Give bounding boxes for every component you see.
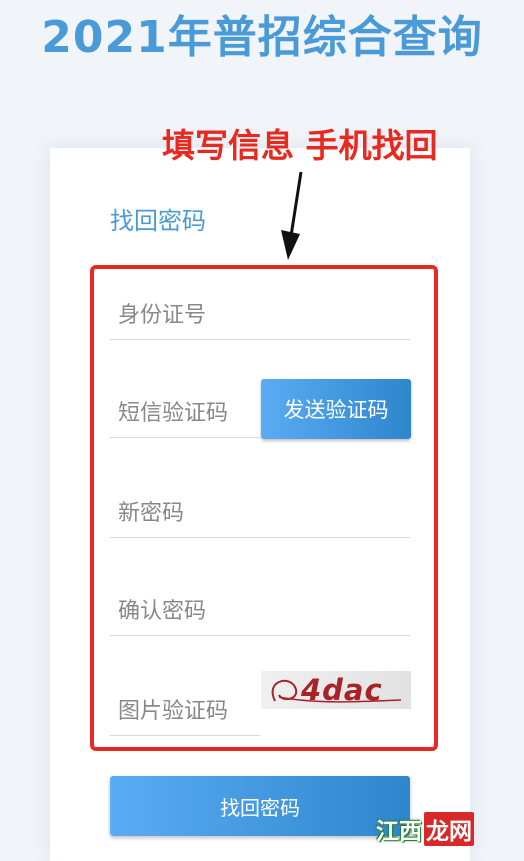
id-number-field[interactable]: 身份证号: [110, 290, 410, 340]
watermark-part2: 龙网: [424, 812, 474, 846]
new-password-field[interactable]: 新密码: [110, 488, 410, 538]
page-title: 2021年普招综合查询: [41, 12, 483, 63]
send-code-button[interactable]: 发送验证码: [261, 379, 411, 439]
image-code-placeholder: 图片验证码: [118, 699, 229, 724]
retrieve-password-button[interactable]: 找回密码: [110, 776, 410, 836]
captcha-image[interactable]: 4dac: [261, 671, 411, 709]
confirm-password-placeholder: 确认密码: [118, 599, 207, 624]
annotation-arrow-icon: [281, 171, 303, 260]
captcha-text: 4dac: [301, 673, 383, 707]
card-heading: 找回密码: [110, 207, 206, 235]
confirm-password-field[interactable]: 确认密码: [110, 586, 410, 636]
annotation-label: 填写信息 手机找回: [162, 126, 438, 165]
site-watermark: 江西 龙网: [376, 812, 474, 846]
image-code-field[interactable]: 图片验证码: [110, 686, 260, 736]
watermark-part1: 江西: [376, 819, 422, 845]
sms-code-field[interactable]: 短信验证码: [110, 388, 260, 438]
sms-code-placeholder: 短信验证码: [118, 401, 229, 426]
id-number-placeholder: 身份证号: [118, 303, 207, 328]
new-password-placeholder: 新密码: [118, 501, 185, 526]
